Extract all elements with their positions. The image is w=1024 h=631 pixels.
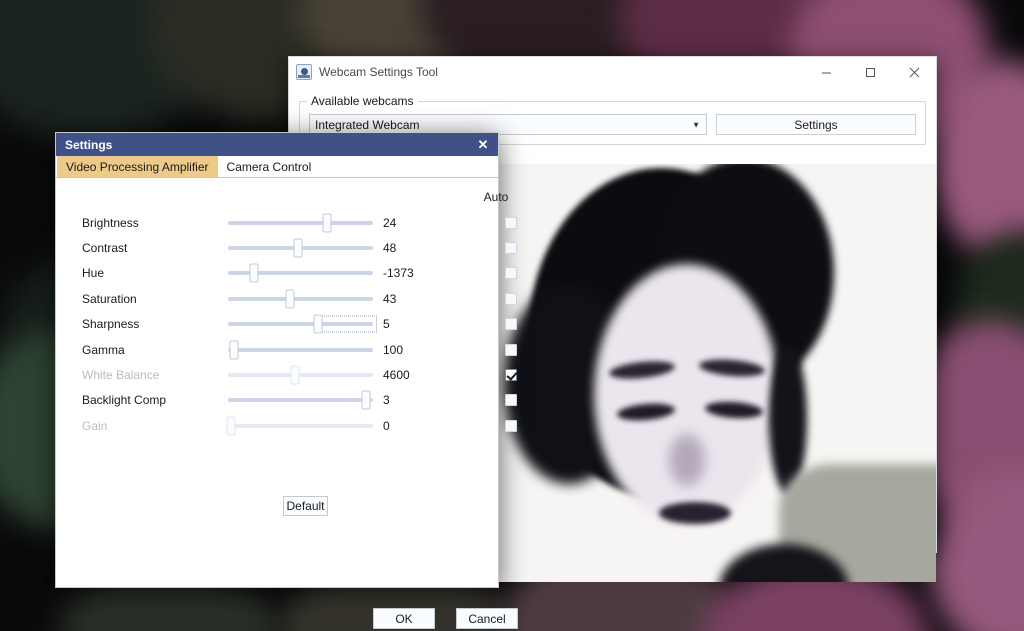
control-row: Saturation 43 <box>56 286 498 311</box>
auto-checkbox[interactable] <box>505 369 517 381</box>
auto-column-header: Auto <box>484 190 509 204</box>
control-row: Hue -1373 <box>56 261 498 286</box>
control-slider[interactable] <box>228 238 373 258</box>
wallpaper-blob <box>0 0 220 140</box>
slider-thumb[interactable] <box>286 289 295 308</box>
maximize-button[interactable] <box>848 58 892 87</box>
auto-checkbox[interactable] <box>505 420 517 432</box>
default-button[interactable]: Default <box>283 496 328 516</box>
slider-thumb[interactable] <box>250 264 259 283</box>
control-slider[interactable] <box>228 340 373 360</box>
tab-camera-control[interactable]: Camera Control <box>218 156 321 177</box>
control-slider[interactable] <box>228 416 373 436</box>
control-value: 4600 <box>383 368 410 382</box>
control-label: White Balance <box>82 368 159 382</box>
slider-track[interactable] <box>228 348 373 352</box>
control-slider[interactable] <box>228 213 373 233</box>
auto-checkbox[interactable] <box>505 318 517 330</box>
minimize-icon <box>821 67 832 78</box>
preview-nose-shadow <box>669 434 705 486</box>
control-slider[interactable] <box>228 289 373 309</box>
desktop-wallpaper: Webcam Settings Tool Available webcams I… <box>0 0 1024 631</box>
control-row: Contrast 48 <box>56 235 498 260</box>
slider-track[interactable] <box>228 221 373 225</box>
settings-dialog-titlebar[interactable]: Settings ✕ <box>56 133 498 156</box>
groupbox-label: Available webcams <box>307 94 418 108</box>
auto-checkbox[interactable] <box>505 293 517 305</box>
control-row: White Balance 4600 <box>56 362 498 387</box>
slider-focus-rect <box>320 316 377 333</box>
control-value: 5 <box>383 317 390 331</box>
control-value: 48 <box>383 241 396 255</box>
close-button[interactable] <box>892 58 936 87</box>
control-row: Brightness 24 <box>56 210 498 235</box>
wallpaper-blob <box>930 470 1024 631</box>
window-title: Webcam Settings Tool <box>319 65 804 79</box>
preview-mouth <box>659 502 731 524</box>
auto-checkbox[interactable] <box>505 242 517 254</box>
control-value: 3 <box>383 393 390 407</box>
settings-dialog[interactable]: Settings ✕ Video Processing Amplifier Ca… <box>55 132 499 588</box>
controls-list: Brightness 24 Contrast 48 Hue -1373 Saturation… <box>56 210 498 439</box>
maximize-icon <box>865 67 876 78</box>
control-label: Brightness <box>82 216 139 230</box>
wallpaper-blob <box>955 230 1024 390</box>
control-label: Contrast <box>82 241 127 255</box>
auto-checkbox[interactable] <box>505 267 517 279</box>
auto-checkbox[interactable] <box>505 217 517 229</box>
control-label: Hue <box>82 266 104 280</box>
control-slider[interactable] <box>228 390 373 410</box>
webcam-video-preview <box>499 164 936 582</box>
control-label: Gain <box>82 419 107 433</box>
ok-button[interactable]: OK <box>373 608 435 629</box>
control-label: Gamma <box>82 343 125 357</box>
auto-checkbox[interactable] <box>505 344 517 356</box>
control-value: -1373 <box>383 266 414 280</box>
minimize-button[interactable] <box>804 58 848 87</box>
slider-track[interactable] <box>228 297 373 301</box>
tab-video-processing-amplifier[interactable]: Video Processing Amplifier <box>57 156 218 177</box>
wallpaper-blob <box>930 60 1024 260</box>
control-value: 100 <box>383 343 403 357</box>
slider-track[interactable] <box>228 424 373 428</box>
control-slider[interactable] <box>228 314 373 334</box>
slider-thumb[interactable] <box>361 391 370 410</box>
control-label: Backlight Comp <box>82 393 166 407</box>
slider-track[interactable] <box>228 398 373 402</box>
slider-track[interactable] <box>228 373 373 377</box>
control-row: Sharpness 5 <box>56 312 498 337</box>
webcam-select-value: Integrated Webcam <box>315 118 420 132</box>
window-titlebar[interactable]: Webcam Settings Tool <box>289 57 936 87</box>
auto-checkbox[interactable] <box>505 394 517 406</box>
control-label: Saturation <box>82 292 137 306</box>
settings-button[interactable]: Settings <box>716 114 916 135</box>
settings-tabstrip[interactable]: Video Processing Amplifier Camera Contro… <box>56 156 498 178</box>
slider-thumb[interactable] <box>229 340 238 359</box>
close-icon <box>909 67 920 78</box>
settings-dialog-title: Settings <box>65 138 474 152</box>
slider-thumb[interactable] <box>322 213 331 232</box>
settings-dialog-body: Auto Brightness24Contrast48Hue-1373Satur… <box>56 178 498 587</box>
control-value: 0 <box>383 419 390 433</box>
slider-thumb[interactable] <box>293 239 302 258</box>
control-value: 24 <box>383 216 396 230</box>
slider-thumb[interactable] <box>313 315 322 334</box>
close-icon[interactable]: ✕ <box>474 137 492 153</box>
control-slider[interactable] <box>228 365 373 385</box>
control-row: Gamma 100 <box>56 337 498 362</box>
control-slider[interactable] <box>228 263 373 283</box>
control-row: Backlight Comp 3 <box>56 388 498 413</box>
cancel-button[interactable]: Cancel <box>456 608 518 629</box>
control-row: Gain 0 <box>56 413 498 438</box>
slider-thumb[interactable] <box>226 416 235 435</box>
slider-thumb[interactable] <box>290 366 299 385</box>
webcam-icon <box>296 64 312 80</box>
control-value: 43 <box>383 292 396 306</box>
control-label: Sharpness <box>82 317 139 331</box>
chevron-down-icon: ▼ <box>692 120 700 129</box>
